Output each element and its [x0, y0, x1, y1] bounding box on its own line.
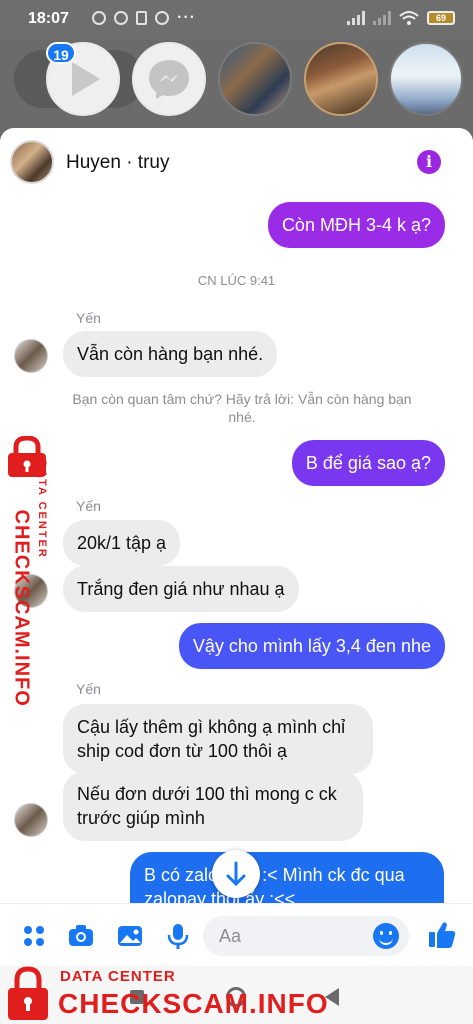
message-bubble-in[interactable]: Nếu đơn dưới 100 thì mong c ck trước giú… — [63, 771, 363, 841]
contact-name[interactable]: Huyen · truy — [66, 152, 169, 174]
watermark-side-main: CHECKSCAM.INFO — [10, 509, 33, 707]
like-icon[interactable] — [428, 920, 456, 948]
scroll-down-button[interactable] — [212, 850, 260, 898]
status-time: 18:07 — [28, 10, 69, 27]
more-notifications-icon: ··· — [177, 9, 196, 26]
message-bubble-out[interactable]: Còn MĐH 3-4 k ạ? — [267, 202, 445, 248]
mute-icon — [92, 11, 106, 25]
menu-dots-icon[interactable] — [20, 922, 48, 950]
watermark-bottom-main: CHECKSCAM.INFO — [58, 988, 329, 1019]
message-bubble-out[interactable]: Vậy cho mình lấy 3,4 đen nhe — [178, 623, 445, 669]
message-bubble-in[interactable]: Cậu lấy thêm gì không ạ mình chỉ ship co… — [63, 704, 373, 774]
composer-bar: Aa — [0, 903, 473, 966]
sender-avatar[interactable] — [14, 339, 48, 373]
messenger-notif-icon — [114, 11, 128, 25]
chat-head-contact-1[interactable] — [218, 42, 292, 116]
sender-name: Yến — [76, 498, 101, 514]
watermark-bottom-sub: DATA CENTER — [60, 968, 176, 985]
status-right: 69 — [347, 10, 455, 26]
messenger-icon — [149, 60, 189, 99]
watermark-bottom: DATA CENTER CHECKSCAM.INFO — [0, 962, 473, 1024]
sim-icon — [136, 11, 147, 25]
camera-icon[interactable] — [67, 922, 95, 950]
message-bubble-in[interactable]: Vẫn còn hàng bạn nhé. — [63, 331, 278, 377]
chat-panel: Huyen · truy i Còn MĐH 3-4 k ạ? CN LÚC 9… — [0, 128, 473, 966]
chat-head-messenger[interactable] — [132, 42, 206, 116]
arrow-down-icon — [226, 861, 246, 887]
image-icon[interactable] — [116, 922, 144, 950]
chat-head-contact-3[interactable] — [389, 42, 463, 116]
mic-icon[interactable] — [164, 922, 192, 950]
info-icon[interactable]: i — [417, 150, 441, 174]
chat-heads-row: 19 — [0, 40, 473, 128]
message-input-placeholder: Aa — [219, 926, 242, 946]
sender-avatar[interactable] — [14, 803, 48, 837]
chat-header: Huyen · truy i — [0, 128, 473, 194]
notification-icons: ··· — [92, 9, 196, 27]
message-bubble-in[interactable]: Trắng đen giá như nhau ạ — [63, 566, 299, 612]
watermark-side-sub: DATA CENTER — [36, 460, 48, 559]
telegram-icon — [155, 11, 169, 25]
battery-icon: 69 — [427, 11, 455, 25]
timestamp: CN LÚC 9:41 — [197, 273, 276, 288]
contact-avatar[interactable] — [10, 140, 54, 184]
watermark-side: DATA CENTER CHECKSCAM.INFO — [2, 436, 62, 707]
signal-2-icon — [373, 11, 391, 25]
signal-icon — [347, 11, 365, 25]
wifi-icon — [399, 11, 419, 25]
sender-name: Yến — [76, 681, 101, 697]
lock-icon — [8, 966, 48, 1020]
message-bubble-in[interactable]: 20k/1 tập ạ — [63, 520, 181, 566]
message-bubble-out[interactable]: B để giá sao ạ? — [291, 440, 445, 486]
chat-head-contact-2[interactable] — [304, 42, 378, 116]
status-bar: 18:07 ··· 69 — [0, 0, 473, 40]
unread-badge: 19 — [46, 42, 76, 64]
message-input[interactable]: Aa — [203, 916, 409, 956]
sender-name: Yến — [76, 310, 101, 326]
emoji-icon[interactable] — [373, 923, 399, 949]
reply-suggestion-note: Bạn còn quan tâm chứ? Hãy trả lời: Vẫn c… — [72, 391, 412, 425]
